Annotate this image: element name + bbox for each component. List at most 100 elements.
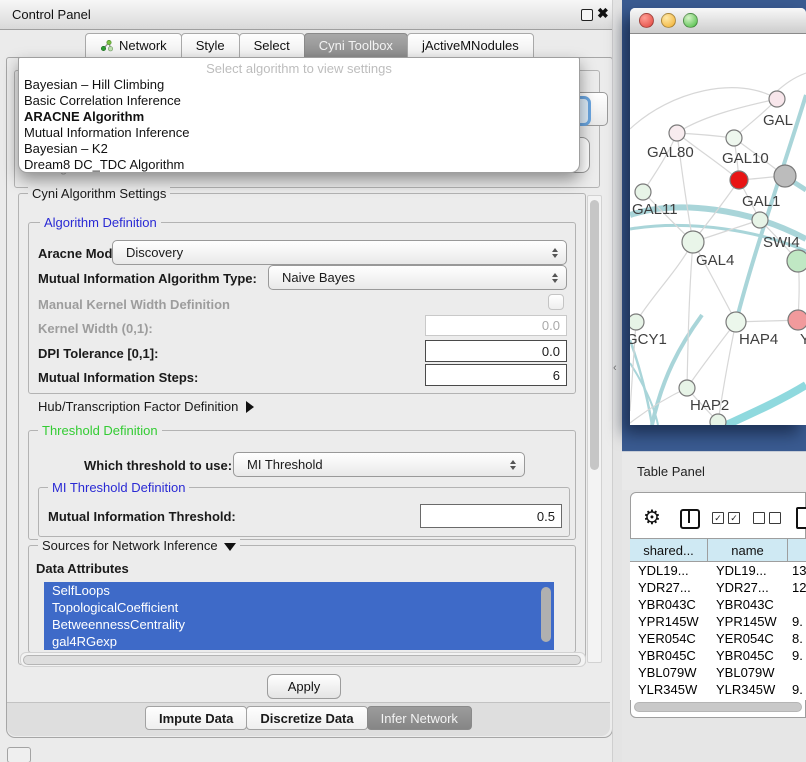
node-bottom[interactable] [710,414,726,425]
dropdown-item[interactable]: Mutual Information Inference [19,124,579,140]
cell-shared: YPR145W [630,613,708,630]
node-hap4[interactable] [726,312,746,332]
deselect-all-icon[interactable] [753,512,781,524]
dropdown-item[interactable]: Bayesian – K2 [19,140,579,156]
list-item-selected[interactable]: BetweennessCentrality [44,616,554,633]
node-hap2[interactable] [679,380,695,396]
cyni-algorithm-settings-title: Cyni Algorithm Settings [28,186,170,201]
gear-icon[interactable]: ⚙ [643,508,661,528]
mi-threshold-field[interactable]: 0.5 [420,504,562,528]
cell-shared: YLR345W [630,681,708,698]
table-row[interactable]: YER054C YER054C 8. [630,630,806,647]
column-header-name[interactable]: name [708,539,788,561]
tab-select[interactable]: Select [239,33,305,58]
tab-infer-network[interactable]: Infer Network [367,706,472,730]
table-row[interactable]: YDL19... YDL19... 13 [630,562,806,579]
list-item-selected[interactable]: SelfLoops [44,582,554,599]
node-label: GAL80 [647,144,694,161]
node-label: HAP4 [739,331,778,348]
node-gal1[interactable] [730,171,748,189]
cell-name: YBL079W [708,664,788,681]
dropdown-item[interactable]: Basic Correlation Inference [19,93,579,109]
node-gal10[interactable] [726,130,742,146]
mi-steps-field[interactable]: 6 [425,364,567,386]
node-gcy1[interactable] [630,314,644,330]
table-hscrollbar-thumb[interactable] [634,702,802,712]
tab-network-label: Network [119,38,167,53]
settings-hscrollbar[interactable] [20,652,586,667]
tab-discretize-data[interactable]: Discretize Data [246,706,367,730]
cell-value [788,664,806,681]
hub-definition-toggle[interactable]: Hub/Transcription Factor Definition [38,399,254,414]
screenshot-root: { "titlebar": { "title": "Control Panel"… [0,0,806,762]
node-gal-top[interactable] [769,91,785,107]
column-header-partial[interactable] [788,539,806,561]
node-swi4[interactable] [752,212,768,228]
table-row[interactable]: YPR145W YPR145W 9. [630,613,806,630]
dropdown-item-selected[interactable]: ARACNE Algorithm [19,109,579,125]
close-icon[interactable]: ✖ [597,5,609,22]
close-traffic-light[interactable] [639,13,654,28]
node-gal80[interactable] [669,125,685,141]
node-label: GAL1 [742,193,780,210]
list-item-selected[interactable]: gal4RGexp [44,633,554,650]
network-graph: GAL GAL80 GAL10 GAL1 GAL11 SWI4 GAL4 GCY… [630,33,806,425]
node-label: GAL10 [722,150,769,167]
tab-cyni-toolbox[interactable]: Cyni Toolbox [304,33,408,58]
aracne-mode-select[interactable]: Discovery [112,240,567,265]
table-row[interactable]: YBR043C YBR043C [630,596,806,613]
dropdown-item[interactable]: Dream8 DC_TDC Algorithm [19,156,579,172]
cell-value: 13 [788,562,806,579]
mi-type-select[interactable]: Naive Bayes [268,265,567,290]
dropdown-item[interactable]: Bayesian – Hill Climbing [19,77,579,93]
which-threshold-select[interactable]: MI Threshold [233,452,525,477]
zoom-traffic-light[interactable] [683,13,698,28]
mi-threshold-value: 0.5 [537,509,555,524]
cell-name: YDL19... [708,562,788,579]
cell-shared: YER054C [630,630,708,647]
column-header-shared[interactable]: shared... [630,539,708,561]
mi-threshold-definition-title: MI Threshold Definition [48,480,189,495]
network-view-window[interactable]: GAL GAL80 GAL10 GAL1 GAL11 SWI4 GAL4 GCY… [630,8,806,425]
sources-toggle[interactable]: Sources for Network Inference [38,538,240,553]
tab-cyni-toolbox-label: Cyni Toolbox [319,38,393,53]
network-canvas[interactable]: GAL GAL80 GAL10 GAL1 GAL11 SWI4 GAL4 GCY… [630,33,806,425]
node-gray[interactable] [774,165,796,187]
apply-button[interactable]: Apply [267,674,341,699]
settings-vscrollbar-thumb[interactable] [590,200,599,470]
dpi-tolerance-field[interactable]: 0.0 [425,340,567,362]
settings-hscrollbar-thumb[interactable] [23,655,581,665]
float-window-icon[interactable] [581,9,593,21]
columns-icon[interactable] [680,509,700,529]
table-row[interactable]: YBL079W YBL079W [630,664,806,681]
node-gal4[interactable] [682,231,704,253]
node-label: HAP2 [690,397,729,414]
tab-style[interactable]: Style [181,33,240,58]
table-hscrollbar[interactable] [632,700,804,713]
hub-definition-label: Hub/Transcription Factor Definition [38,399,238,414]
settings-vscrollbar[interactable] [587,195,602,663]
combo-arrows-icon [552,248,558,258]
minimize-traffic-light[interactable] [661,13,676,28]
collapsed-panel-icon[interactable] [7,747,31,762]
tab-network[interactable]: Network [85,33,182,58]
network-window-titlebar[interactable] [630,8,806,34]
manual-kernel-checkbox[interactable] [548,294,564,310]
tab-jactivemnodules[interactable]: jActiveMNodules [407,33,534,58]
table-row[interactable]: YLR345W YLR345W 9. [630,681,806,698]
threshold-definition-title: Threshold Definition [38,423,162,438]
cell-value: 9. [788,681,806,698]
list-item-selected[interactable]: TopologicalCoefficient [44,599,554,616]
select-all-icon[interactable]: ✓ ✓ [712,512,740,524]
node-gal11[interactable] [635,184,651,200]
node-green-right[interactable] [787,250,806,272]
tab-impute-data[interactable]: Impute Data [145,706,247,730]
divider-collapse-icon[interactable]: ‹ [613,362,617,374]
new-table-icon[interactable] [796,507,806,529]
list-vscrollbar-thumb[interactable] [541,587,551,642]
which-threshold-label: Which threshold to use: [84,458,232,473]
table-row[interactable]: YDR27... YDR27... 12 [630,579,806,596]
data-attributes-list[interactable]: SelfLoops TopologicalCoefficient Between… [44,582,554,650]
table-row[interactable]: YBR045C YBR045C 9. [630,647,806,664]
node-salmon[interactable] [788,310,806,330]
